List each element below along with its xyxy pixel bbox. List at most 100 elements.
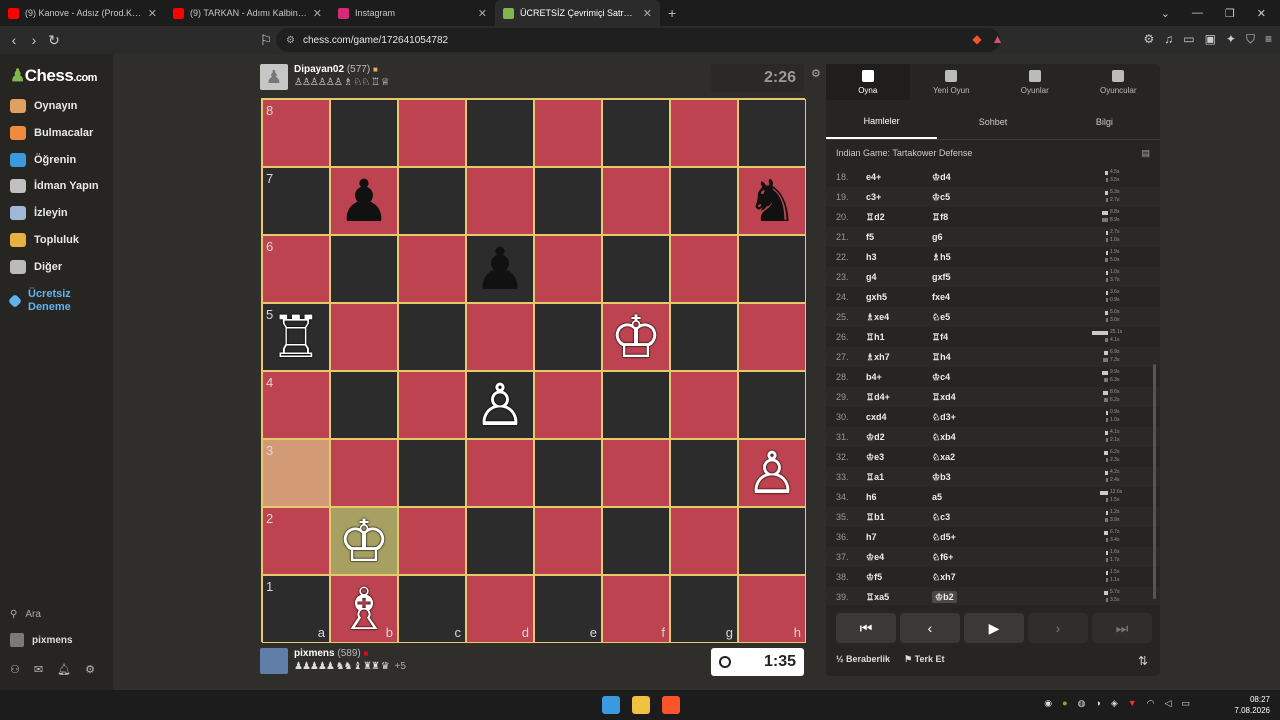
square-b3[interactable]	[330, 439, 398, 507]
bottom-player-name[interactable]: pixmens	[294, 648, 335, 659]
square-g2[interactable]	[670, 507, 738, 575]
square-b1[interactable]: b ♗	[330, 575, 398, 643]
flip-board-icon[interactable]: ⇅	[1138, 654, 1148, 668]
square-g6[interactable]	[670, 235, 738, 303]
sidebar-item[interactable]: Öğrenin	[10, 152, 76, 167]
messages-icon[interactable]: ✉	[34, 663, 43, 676]
square-g1[interactable]: g	[670, 575, 738, 643]
tray-icon-2[interactable]: ●	[1062, 698, 1067, 709]
top-player-name[interactable]: Dipayan02	[294, 64, 344, 75]
square-e3[interactable]	[534, 439, 602, 507]
square-e2[interactable]	[534, 507, 602, 575]
black-move[interactable]: ♘f6+	[932, 552, 1012, 563]
white-move[interactable]: g4	[866, 272, 932, 282]
white-move[interactable]: ♖xa5	[866, 592, 932, 603]
rewards-icon[interactable]: ▲	[992, 32, 1004, 47]
panel-sub-tab[interactable]: Hamleler	[826, 104, 938, 139]
panel-tab[interactable]: Yeni Oyun	[910, 64, 994, 100]
panel-tab[interactable]: Oyunlar	[993, 64, 1077, 100]
square-d3[interactable]	[466, 439, 534, 507]
square-a6[interactable]: 6	[262, 235, 330, 303]
white-move[interactable]: gxh5	[866, 292, 932, 302]
square-f1[interactable]: f	[602, 575, 670, 643]
square-c5[interactable]	[398, 303, 466, 371]
white-move[interactable]: ♖d4+	[866, 392, 932, 403]
start-icon[interactable]	[602, 696, 620, 714]
tab-list-icon[interactable]: ⌄	[1161, 7, 1170, 20]
square-h7[interactable]: ♞	[738, 167, 806, 235]
brave-shield-icon[interactable]: ◆	[972, 32, 981, 47]
white-move[interactable]: ♔e3	[866, 452, 932, 463]
vpn-icon[interactable]: ⛉	[1246, 32, 1255, 47]
square-d5[interactable]	[466, 303, 534, 371]
square-e1[interactable]: e	[534, 575, 602, 643]
white-move[interactable]: ♔e4	[866, 552, 932, 563]
square-h5[interactable]	[738, 303, 806, 371]
square-e7[interactable]	[534, 167, 602, 235]
square-b5[interactable]	[330, 303, 398, 371]
black-move[interactable]: ♔b3	[932, 472, 1012, 483]
black-move[interactable]: ♔d4	[932, 172, 1012, 183]
new-tab-button[interactable]: +	[660, 5, 684, 21]
white-move[interactable]: h6	[866, 492, 932, 502]
black-move[interactable]: ♘e5	[932, 312, 1012, 323]
white-move[interactable]: ♖b1	[866, 512, 932, 523]
square-f4[interactable]	[602, 371, 670, 439]
white-move[interactable]: c3+	[866, 192, 932, 202]
square-d7[interactable]	[466, 167, 534, 235]
notifications-icon[interactable]: 🔔︎	[57, 663, 71, 676]
bookmark-icon[interactable]: ⚐	[256, 32, 276, 49]
black-move[interactable]: ♘xa2	[932, 452, 1012, 463]
system-clock[interactable]: 08:27 7.08.2026	[1234, 694, 1270, 716]
move-list-scrollbar[interactable]	[1153, 364, 1156, 599]
square-h3[interactable]: ♙	[738, 439, 806, 507]
last-move-button[interactable]: ⏭	[1092, 613, 1152, 643]
black-move[interactable]: ♘xh7	[932, 572, 1012, 583]
play-button[interactable]: ▶	[964, 613, 1024, 643]
brave-icon[interactable]	[662, 696, 680, 714]
black-move[interactable]: fxe4	[932, 292, 1012, 302]
square-e4[interactable]	[534, 371, 602, 439]
piece-a5[interactable]: ♖	[270, 308, 322, 366]
square-c1[interactable]: c	[398, 575, 466, 643]
sidebar-item[interactable]: İzleyin	[10, 206, 68, 221]
board-settings-icon[interactable]: ⚙	[811, 67, 821, 80]
black-move[interactable]: ♔c4	[932, 372, 1012, 383]
minimize-icon[interactable]: —	[1192, 7, 1203, 20]
tray-icon-4[interactable]: ◑	[1095, 698, 1100, 709]
black-move[interactable]: ♘d5+	[932, 532, 1012, 543]
file-explorer-icon[interactable]	[632, 696, 650, 714]
browser-tab[interactable]: (9) TARKAN - Adımı Kalbine Yaz ✕	[165, 0, 330, 26]
tab-close-icon[interactable]: ✕	[643, 7, 652, 20]
profile-link[interactable]: pixmens	[10, 633, 73, 647]
square-f3[interactable]	[602, 439, 670, 507]
settings-icon[interactable]: ⚙	[85, 663, 95, 676]
panel-sub-tab[interactable]: Sohbet	[937, 104, 1048, 139]
square-h2[interactable]	[738, 507, 806, 575]
black-move[interactable]: ♗h5	[932, 252, 1012, 263]
sidebar-item[interactable]: Oynayın	[10, 99, 77, 113]
square-d4[interactable]: ♙	[466, 371, 534, 439]
piece-b7[interactable]: ♟	[338, 172, 390, 230]
square-c4[interactable]	[398, 371, 466, 439]
square-c2[interactable]	[398, 507, 466, 575]
white-move[interactable]: ♔f5	[866, 572, 932, 583]
piece-h7[interactable]: ♞	[746, 172, 798, 230]
square-a8[interactable]: 8	[262, 99, 330, 167]
friends-icon[interactable]: ⚇	[10, 663, 20, 676]
tray-icon-3[interactable]: ◍	[1078, 698, 1086, 709]
top-player-avatar[interactable]: ♟	[260, 64, 288, 90]
black-move[interactable]: ♘c3	[932, 512, 1012, 523]
white-move[interactable]: h3	[866, 252, 932, 262]
black-move[interactable]: a5	[932, 492, 1012, 502]
square-h4[interactable]	[738, 371, 806, 439]
square-b4[interactable]	[330, 371, 398, 439]
panel-tab[interactable]: Oyna	[826, 64, 910, 100]
square-e6[interactable]	[534, 235, 602, 303]
chesscom-logo[interactable]: ♟Chess.com	[10, 66, 97, 86]
square-d2[interactable]	[466, 507, 534, 575]
black-move[interactable]: gxf5	[932, 272, 1012, 282]
sidebar-item[interactable]: Bulmacalar	[10, 125, 93, 140]
piece-h3[interactable]: ♙	[746, 444, 798, 502]
white-move[interactable]: ♖h1	[866, 332, 932, 343]
